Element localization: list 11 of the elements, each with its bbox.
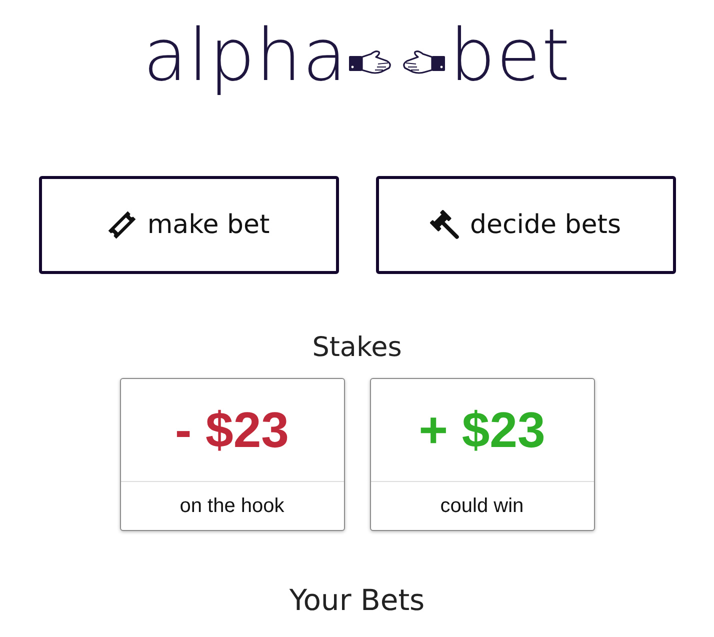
gavel-icon [430, 210, 460, 240]
stake-amount: - $23 [175, 405, 289, 456]
section-title: Your Bets [289, 583, 425, 618]
make-bet-button[interactable]: make bet [38, 176, 338, 274]
stake-label: on the hook [180, 494, 284, 518]
decide-bets-button[interactable]: decide bets [376, 176, 676, 274]
section-title: Stakes [312, 332, 402, 364]
stake-amount: + $23 [418, 405, 546, 456]
stake-label: could win [440, 494, 524, 518]
ticket-icon [107, 210, 138, 240]
logo-text: bet [450, 19, 571, 91]
